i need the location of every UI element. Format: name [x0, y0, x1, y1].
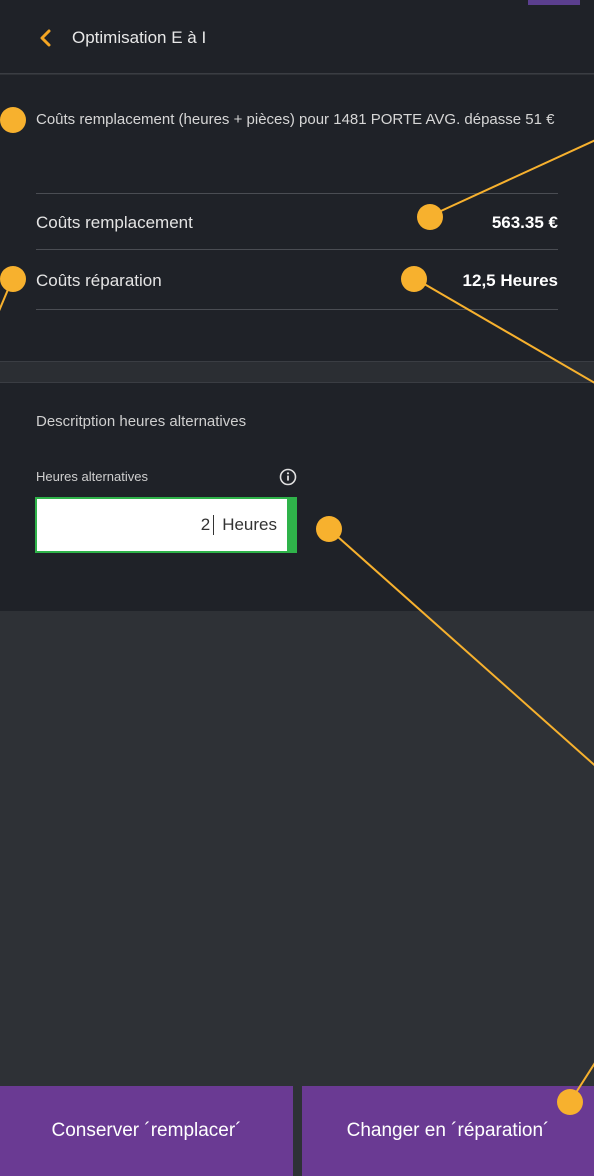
alternative-hours-field[interactable]: Heures [35, 497, 297, 553]
repair-cost-label: Coûts réparation [36, 271, 162, 290]
alternative-hours-panel: Descritption heures alternatives Heures … [0, 383, 594, 611]
alternative-hours-input[interactable] [184, 515, 215, 535]
page-title: Optimisation E à I [72, 28, 207, 47]
cost-intro-text: Coûts remplacement (heures + pièces) pou… [36, 111, 555, 128]
keep-replace-button[interactable]: Conserver ´remplacer´ [0, 1086, 293, 1176]
alternative-hours-description: Descritption heures alternatives [36, 413, 247, 430]
screen: Optimisation E à I Coûts remplacement (h… [0, 0, 594, 1176]
hours-unit-label: Heures [222, 515, 277, 534]
replacement-cost-label: Coûts remplacement [36, 213, 193, 232]
field-focus-bar [287, 497, 297, 553]
divider [36, 309, 558, 310]
change-to-repair-button[interactable]: Changer en ´réparation´ [302, 1086, 594, 1176]
chevron-left-icon[interactable] [36, 28, 56, 48]
divider [36, 193, 558, 194]
repair-cost-value: 12,5 Heures [462, 271, 558, 290]
divider [36, 249, 558, 250]
cost-summary-panel: Coûts remplacement (heures + pièces) pou… [0, 75, 594, 361]
alternative-hours-label: Heures alternatives [36, 469, 148, 484]
header-accent-strip [528, 0, 580, 5]
replacement-cost-value: 563.35 € [491, 213, 558, 232]
header-bar: Optimisation E à I [0, 0, 594, 74]
info-circle-icon[interactable] [279, 468, 297, 486]
section-separator [0, 361, 594, 383]
